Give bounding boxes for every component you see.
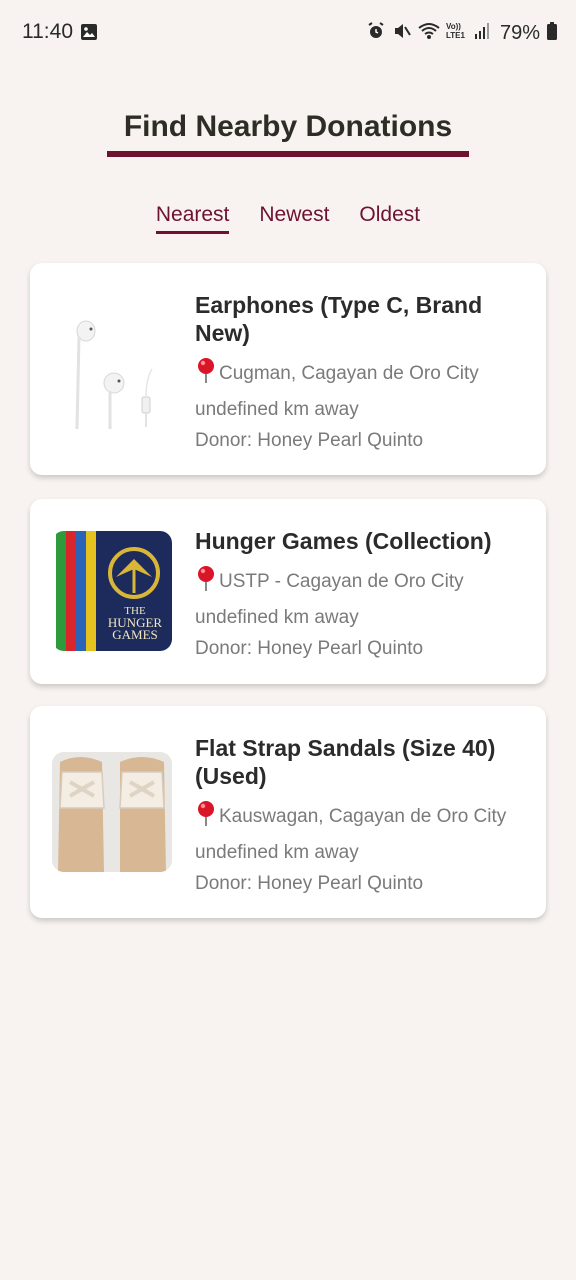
distance-text: undefined km away — [195, 842, 359, 863]
card-body: Hunger Games (Collection) USTP - Cagayan… — [195, 527, 530, 660]
tab-newest[interactable]: Newest — [259, 203, 329, 234]
donation-location: Kauswagan, Cagayan de Oro City undefined… — [195, 800, 530, 869]
card-body: Earphones (Type C, Brand New) Cugman, Ca… — [195, 291, 530, 452]
donation-card[interactable]: THE HUNGER GAMES Hunger Games (Collectio… — [30, 499, 546, 684]
signal-icon — [474, 22, 490, 45]
page-title: Find Nearby Donations — [123, 110, 453, 143]
title-underline — [107, 151, 469, 157]
donation-card[interactable]: Flat Strap Sandals (Size 40) (Used) Kaus… — [30, 706, 546, 918]
wifi-icon — [418, 21, 440, 46]
donation-title: Flat Strap Sandals (Size 40) (Used) — [195, 735, 496, 789]
location-text: Kauswagan, Cagayan de Oro City — [219, 806, 507, 827]
donation-card[interactable]: Earphones (Type C, Brand New) Cugman, Ca… — [30, 263, 546, 475]
tab-nearest[interactable]: Nearest — [155, 203, 230, 234]
location-pin-icon — [195, 357, 217, 394]
battery-icon — [546, 21, 558, 46]
donation-location: USTP - Cagayan de Oro City undefined km … — [195, 565, 530, 634]
sandals-image — [52, 752, 172, 872]
location-pin-icon — [195, 565, 217, 602]
svg-text:LTE1: LTE1 — [446, 31, 466, 40]
svg-text:Vo)): Vo)) — [446, 22, 461, 31]
mute-icon — [392, 21, 412, 46]
distance-text: undefined km away — [195, 607, 359, 628]
location-text: Cugman, Cagayan de Oro City — [219, 363, 479, 384]
book-collection-image: THE HUNGER GAMES — [52, 531, 172, 651]
donor-text: Donor: Honey Pearl Quinto — [195, 638, 424, 659]
battery-percent: 79% — [499, 21, 540, 44]
donor-text: Donor: Honey Pearl Quinto — [195, 430, 424, 451]
card-body: Flat Strap Sandals (Size 40) (Used) Kaus… — [195, 734, 530, 895]
gallery-icon — [80, 23, 98, 46]
alarm-icon — [366, 21, 386, 46]
location-text: USTP - Cagayan de Oro City — [219, 571, 464, 592]
volte-icon: Vo)) LTE1 — [446, 21, 468, 46]
donation-location: Cugman, Cagayan de Oro City undefined km… — [195, 357, 530, 426]
donation-title: Hunger Games (Collection) — [195, 528, 492, 554]
donor-text: Donor: Honey Pearl Quinto — [195, 873, 424, 894]
book-cover-text: GAMES — [112, 627, 158, 642]
earphones-image — [52, 309, 172, 429]
status-icons: Vo)) LTE1 79% — [366, 20, 558, 46]
tab-oldest[interactable]: Oldest — [359, 203, 420, 234]
sort-tabs: Nearest Newest Oldest — [0, 203, 576, 234]
status-bar: 11:40 Vo)) LTE1 79% — [0, 0, 576, 64]
distance-text: undefined km away — [195, 399, 359, 420]
location-pin-icon — [195, 800, 217, 837]
donation-title: Earphones (Type C, Brand New) — [195, 292, 483, 346]
status-time: 11:40 — [22, 20, 73, 43]
